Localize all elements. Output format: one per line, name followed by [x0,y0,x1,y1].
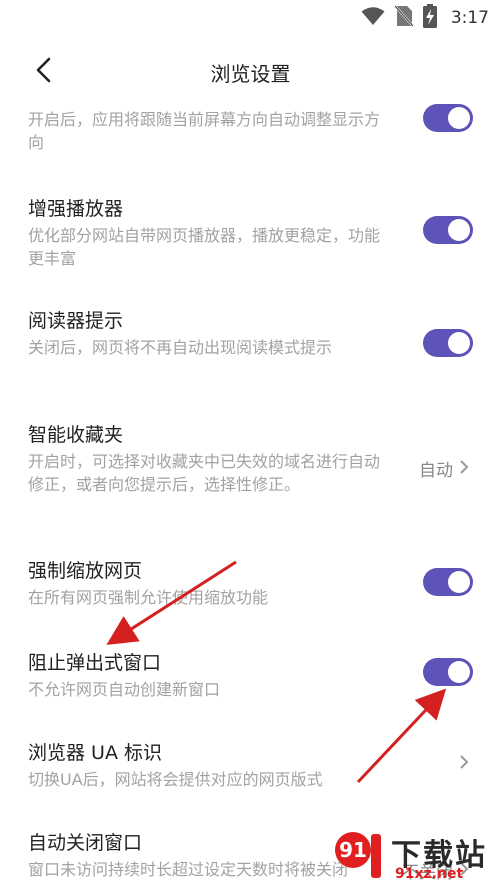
reader-hint-toggle[interactable] [423,329,473,357]
setting-item-enhanced-player[interactable]: 增强播放器 优化部分网站自带网页播放器，播放更稳定，功能更丰富 [0,188,501,278]
status-time: 3:17 [450,8,489,28]
setting-title: 智能收藏夹 [28,424,124,446]
block-popups-toggle[interactable] [423,658,473,686]
setting-title: 阻止弹出式窗口 [28,652,162,674]
app-bar: 浏览设置 [0,40,501,104]
setting-item-force-zoom[interactable]: 强制缩放网页 在所有网页强制允许使用缩放功能 [0,552,501,622]
status-bar: 3:17 [0,0,501,36]
setting-item-auto-rotate[interactable]: 开启后，应用将跟随当前屏幕方向自动调整显示方向 [0,104,501,166]
battery-charging-icon [422,4,437,32]
force-zoom-toggle[interactable] [423,568,473,596]
auto-rotate-toggle[interactable] [423,104,473,132]
setting-desc: 开启后，应用将跟随当前屏幕方向自动调整显示方向 [28,110,381,152]
setting-item-browser-ua[interactable]: 浏览器 UA 标识 切换UA后，网站将会提供对应的网页版式 [0,734,501,804]
setting-desc: 切换UA后，网站将会提供对应的网页版式 [28,770,323,789]
setting-title: 自动关闭窗口 [28,832,143,854]
toggle-knob [448,661,470,683]
toggle-knob [448,571,470,593]
setting-title: 强制缩放网页 [28,560,143,582]
browser-ua-link[interactable] [459,754,469,774]
enhanced-player-toggle[interactable] [423,216,473,244]
select-value: 自动 [419,461,453,481]
toggle-knob [448,219,470,241]
setting-desc: 不允许网页自动创建新窗口 [28,680,221,699]
setting-title: 浏览器 UA 标识 [28,742,162,764]
settings-list: 开启后，应用将跟随当前屏幕方向自动调整显示方向 增强播放器 优化部分网站自带网页… [0,104,501,890]
setting-item-smart-bookmarks[interactable]: 智能收藏夹 开启时，可选择对收藏夹中已失效的域名进行自动修正，或者向您提示后，选… [0,414,501,534]
svg-text:91: 91 [339,838,367,862]
setting-desc: 开启时，可选择对收藏夹中已失效的域名进行自动修正，或者向您提示后，选择性修正。 [28,452,381,494]
smart-bookmarks-select[interactable]: 自动 [419,456,469,481]
setting-desc: 关闭后，网页将不再自动出现阅读模式提示 [28,338,333,357]
no-sim-icon [393,5,414,31]
setting-title: 增强播放器 [28,198,124,220]
watermark-logo-icon: 91 [335,832,381,878]
chevron-right-icon [459,754,469,774]
toggle-knob [448,107,470,129]
setting-desc: 在所有网页强制允许使用缩放功能 [28,588,269,607]
setting-title: 阅读器提示 [28,310,124,332]
setting-item-reader-hint[interactable]: 阅读器提示 关闭后，网页将不再自动出现阅读模式提示 [0,302,501,392]
chevron-right-icon [459,459,469,479]
page-title: 浏览设置 [210,62,291,86]
status-icons: 3:17 [361,4,489,32]
watermark-url: 91xz.net [395,866,464,882]
toggle-knob [448,332,470,354]
watermark: 91 下载站 91xz.net [331,828,497,886]
setting-item-block-popups[interactable]: 阻止弹出式窗口 不允许网页自动创建新窗口 [0,644,501,714]
setting-desc: 优化部分网站自带网页播放器，播放更稳定，功能更丰富 [28,226,381,268]
wifi-icon [361,6,385,30]
